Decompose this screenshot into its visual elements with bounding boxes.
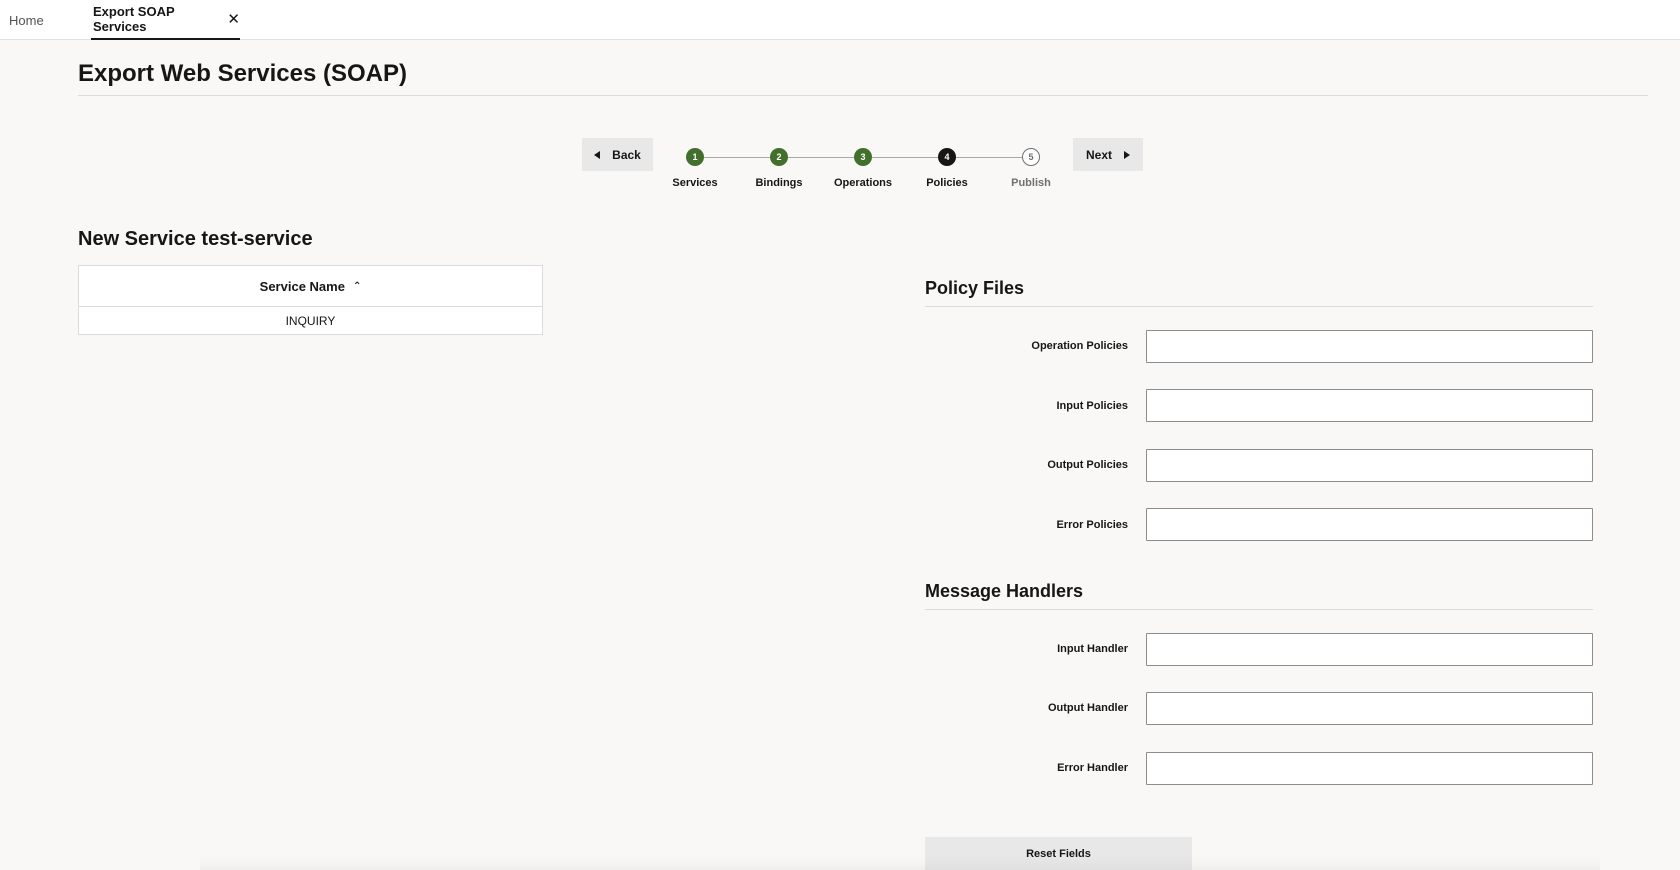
service-table: Service Name ⌃ INQUIRY <box>78 265 543 335</box>
caret-left-icon <box>594 150 601 159</box>
step-5-label[interactable]: Publish <box>981 177 1081 189</box>
message-handlers-divider <box>925 609 1593 610</box>
close-icon[interactable]: ✕ <box>227 10 240 28</box>
input-policies-label: Input Policies <box>1056 400 1128 412</box>
operation-policies-label: Operation Policies <box>1031 340 1128 352</box>
step-connector <box>779 157 863 158</box>
input-policies-input[interactable] <box>1146 389 1593 422</box>
output-policies-input[interactable] <box>1146 449 1593 482</box>
policy-files-divider <box>925 306 1593 307</box>
chevron-up-icon: ⌃ <box>352 280 362 292</box>
service-heading: New Service test-service <box>78 228 313 250</box>
message-handlers-heading: Message Handlers <box>925 581 1084 601</box>
output-policies-label: Output Policies <box>1047 459 1128 471</box>
step-5-indicator[interactable]: 5 <box>1022 148 1040 166</box>
policy-files-heading: Policy Files <box>925 278 1025 298</box>
error-handler-input[interactable] <box>1146 752 1593 785</box>
operation-policies-input[interactable] <box>1146 330 1593 363</box>
input-handler-input[interactable] <box>1146 633 1593 666</box>
title-divider <box>78 95 1648 96</box>
tab-home[interactable]: Home <box>9 0 44 40</box>
service-name-cell: INQUIRY <box>285 314 336 328</box>
reset-fields-button[interactable]: Reset Fields <box>925 837 1192 870</box>
tab-active-label: Export SOAP Services <box>93 4 175 34</box>
input-handler-label: Input Handler <box>1057 643 1128 655</box>
step-connector <box>947 157 1031 158</box>
tab-export-soap-services[interactable]: Export SOAP Services ✕ <box>91 0 240 40</box>
step-connector <box>863 157 947 158</box>
bottom-shadow <box>200 856 1600 870</box>
output-handler-input[interactable] <box>1146 692 1593 725</box>
step-3-indicator[interactable]: 3 <box>854 148 872 166</box>
back-button-label: Back <box>612 147 641 162</box>
error-policies-input[interactable] <box>1146 508 1593 541</box>
column-header-label: Service Name <box>259 278 345 294</box>
back-button[interactable]: Back <box>582 138 653 171</box>
tab-bar: Home Export SOAP Services ✕ <box>0 0 1680 40</box>
table-row[interactable]: INQUIRY <box>79 307 542 335</box>
page-title: Export Web Services (SOAP) <box>78 60 407 87</box>
next-button-label: Next <box>1085 147 1112 162</box>
error-policies-label: Error Policies <box>1056 519 1128 531</box>
error-handler-label: Error Handler <box>1057 762 1128 774</box>
next-button[interactable]: Next <box>1073 138 1143 171</box>
step-1-indicator[interactable]: 1 <box>686 148 704 166</box>
service-name-column-header[interactable]: Service Name ⌃ <box>79 266 542 307</box>
step-2-indicator[interactable]: 2 <box>770 148 788 166</box>
step-connector <box>695 157 779 158</box>
step-4-indicator[interactable]: 4 <box>938 148 956 166</box>
caret-right-icon <box>1124 150 1130 159</box>
tab-home-label: Home <box>9 12 44 28</box>
output-handler-label: Output Handler <box>1047 702 1128 714</box>
